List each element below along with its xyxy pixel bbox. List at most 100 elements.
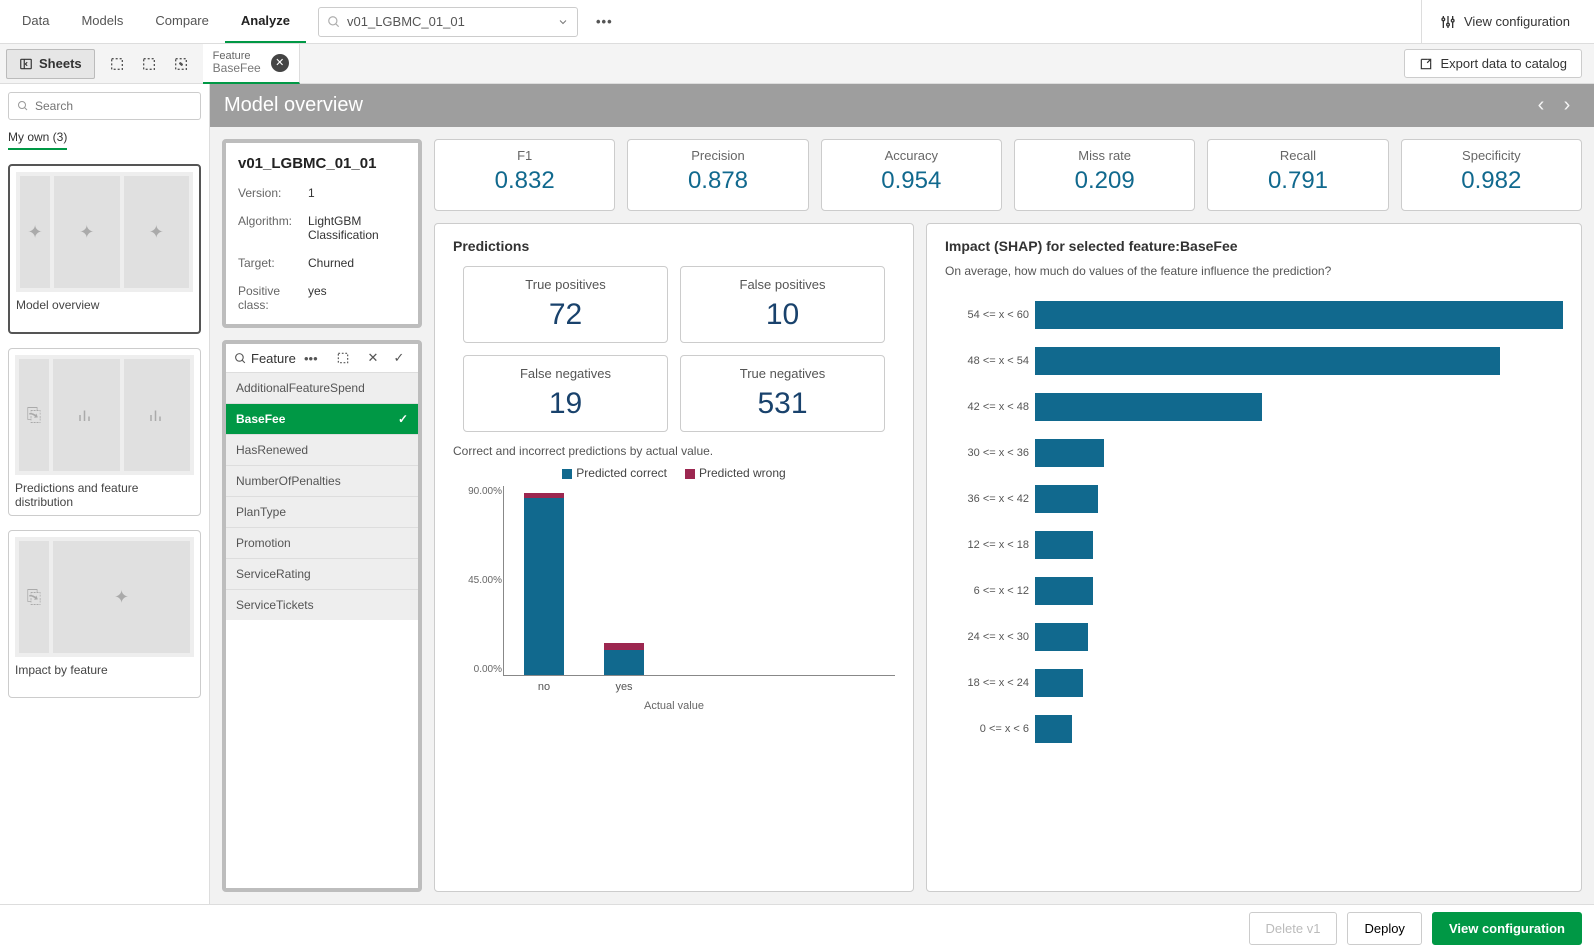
sheet-card-predictions[interactable]: ⎘ Predictions and feature distribution xyxy=(8,348,201,516)
shap-row: 54 <= x < 60 xyxy=(945,292,1563,338)
tab-data[interactable]: Data xyxy=(6,0,65,43)
feature-item-plantype[interactable]: PlanType xyxy=(226,496,418,527)
legend-correct-swatch xyxy=(562,469,572,479)
tp-label: True positives xyxy=(472,277,659,292)
sidebar-myown[interactable]: My own (3) xyxy=(8,130,67,150)
confirm-icon[interactable]: ✓ xyxy=(388,350,410,366)
feature-item-servicetickets[interactable]: ServiceTickets xyxy=(226,589,418,620)
y-axis: 90.00%45.00%0.00% xyxy=(454,486,502,675)
target-value: Churned xyxy=(308,256,406,270)
more-menu[interactable]: ••• xyxy=(590,8,619,35)
sheets-button[interactable]: Sheets xyxy=(6,49,95,79)
posclass-value: yes xyxy=(308,284,406,312)
export-data-button[interactable]: Export data to catalog xyxy=(1404,49,1582,78)
search-icon[interactable] xyxy=(234,352,247,365)
feature-panel: Feature ••• ✕ ✓ AdditionalFeatureSpendBa… xyxy=(222,340,422,892)
toolbar: Sheets Feature BaseFee ✕ Export data to … xyxy=(0,44,1594,84)
main: Model overview ‹ › v01_LGBMC_01_01 Versi… xyxy=(210,84,1594,904)
model-selector-value: v01_LGBMC_01_01 xyxy=(347,14,557,29)
legend-correct: Predicted correct xyxy=(576,466,667,480)
predictions-panel: Predictions True positives 72 False posi… xyxy=(434,223,914,892)
sheet-title: Impact by feature xyxy=(15,663,194,691)
close-icon[interactable]: ✕ xyxy=(362,350,384,366)
model-selector[interactable]: v01_LGBMC_01_01 xyxy=(318,7,578,37)
thumbnail: ⎘ xyxy=(15,355,194,475)
fn-cell: False negatives 19 xyxy=(463,355,668,432)
tn-label: True negatives xyxy=(689,366,876,381)
shap-desc: On average, how much do values of the fe… xyxy=(945,264,1563,278)
metric-miss-rate: Miss rate0.209 xyxy=(1014,139,1195,211)
feature-chip-value: BaseFee xyxy=(213,62,261,75)
tp-value: 72 xyxy=(472,298,659,332)
bar-no: no xyxy=(524,485,564,675)
fn-label: False negatives xyxy=(472,366,659,381)
prev-sheet[interactable]: ‹ xyxy=(1528,94,1554,117)
shap-row: 30 <= x < 36 xyxy=(945,430,1563,476)
sidebar-search-input[interactable] xyxy=(35,99,192,113)
sheet-card-impact[interactable]: ⎘ ✦ Impact by feature xyxy=(8,530,201,698)
shap-row: 42 <= x < 48 xyxy=(945,384,1563,430)
metric-f1: F10.832 xyxy=(434,139,615,211)
algorithm-label: Algorithm: xyxy=(238,214,308,242)
feature-toolbar: Feature ••• ✕ ✓ xyxy=(226,344,418,372)
fp-label: False positives xyxy=(689,277,876,292)
shap-row: 48 <= x < 54 xyxy=(945,338,1563,384)
sidebar-search[interactable] xyxy=(8,92,201,120)
feature-item-additionalfeaturespend[interactable]: AdditionalFeatureSpend xyxy=(226,372,418,403)
feature-item-basefee[interactable]: BaseFee✓ xyxy=(226,403,418,434)
model-info-card: v01_LGBMC_01_01 Version: 1 Algorithm: Li… xyxy=(222,139,422,328)
feature-item-hasrenewed[interactable]: HasRenewed xyxy=(226,434,418,465)
metric-accuracy: Accuracy0.954 xyxy=(821,139,1002,211)
sheets-button-label: Sheets xyxy=(39,56,82,71)
sheet-title: Predictions and feature distribution xyxy=(15,481,194,509)
view-configuration-label: View configuration xyxy=(1464,14,1570,29)
tab-analyze[interactable]: Analyze xyxy=(225,0,306,43)
left-column: v01_LGBMC_01_01 Version: 1 Algorithm: Li… xyxy=(222,139,422,892)
tab-models[interactable]: Models xyxy=(65,0,139,43)
feature-list: AdditionalFeatureSpendBaseFee✓HasRenewed… xyxy=(226,372,418,888)
feature-panel-label: Feature xyxy=(251,351,296,366)
feature-item-numberofpenalties[interactable]: NumberOfPenalties xyxy=(226,465,418,496)
shap-row: 24 <= x < 30 xyxy=(945,614,1563,660)
selection-icon[interactable] xyxy=(336,351,358,365)
tp-cell: True positives 72 xyxy=(463,266,668,343)
version-label: Version: xyxy=(238,186,308,200)
posclass-label: Positive class: xyxy=(238,284,308,312)
tn-value: 531 xyxy=(689,387,876,421)
panel-left-icon xyxy=(19,57,33,71)
feature-filter-chip[interactable]: Feature BaseFee ✕ xyxy=(203,44,300,84)
view-configuration-top[interactable]: View configuration xyxy=(1421,0,1588,43)
legend-wrong-swatch xyxy=(685,469,695,479)
deploy-button[interactable]: Deploy xyxy=(1347,912,1421,945)
sidebar: My own (3) ✦ ✦ ✦ Model overview ⎘ Predic… xyxy=(0,84,210,904)
shap-title: Impact (SHAP) for selected feature:BaseF… xyxy=(945,238,1563,254)
shap-row: 18 <= x < 24 xyxy=(945,660,1563,706)
sheet-card-model-overview[interactable]: ✦ ✦ ✦ Model overview xyxy=(8,164,201,334)
tab-compare[interactable]: Compare xyxy=(139,0,224,43)
predictions-bar-chart: 90.00%45.00%0.00% noyes xyxy=(503,486,895,676)
thumbnail: ⎘ ✦ xyxy=(15,537,194,657)
feature-item-promotion[interactable]: Promotion xyxy=(226,527,418,558)
search-icon xyxy=(17,100,29,112)
shap-row: 0 <= x < 6 xyxy=(945,706,1563,752)
selection-tool-3[interactable] xyxy=(165,49,197,79)
export-icon xyxy=(1419,57,1433,71)
pred-legend: Predicted correct Predicted wrong xyxy=(453,466,895,480)
fp-value: 10 xyxy=(689,298,876,332)
confusion-matrix: True positives 72 False positives 10 Fal… xyxy=(463,266,885,432)
more-icon[interactable]: ••• xyxy=(300,351,322,366)
overview-header: Model overview ‹ › xyxy=(210,84,1594,127)
close-icon[interactable]: ✕ xyxy=(271,54,289,72)
metric-recall: Recall0.791 xyxy=(1207,139,1388,211)
footer: Delete v1 Deploy View configuration xyxy=(0,904,1594,952)
selection-tool-1[interactable] xyxy=(101,49,133,79)
feature-item-servicerating[interactable]: ServiceRating xyxy=(226,558,418,589)
shap-row: 36 <= x < 42 xyxy=(945,476,1563,522)
shap-chart: 54 <= x < 6048 <= x < 5442 <= x < 4830 <… xyxy=(945,292,1563,752)
view-config-button[interactable]: View configuration xyxy=(1432,912,1582,945)
selection-tool-2[interactable] xyxy=(133,49,165,79)
next-sheet[interactable]: › xyxy=(1554,94,1580,117)
fn-value: 19 xyxy=(472,387,659,421)
fp-cell: False positives 10 xyxy=(680,266,885,343)
algorithm-value: LightGBM Classification xyxy=(308,214,406,242)
